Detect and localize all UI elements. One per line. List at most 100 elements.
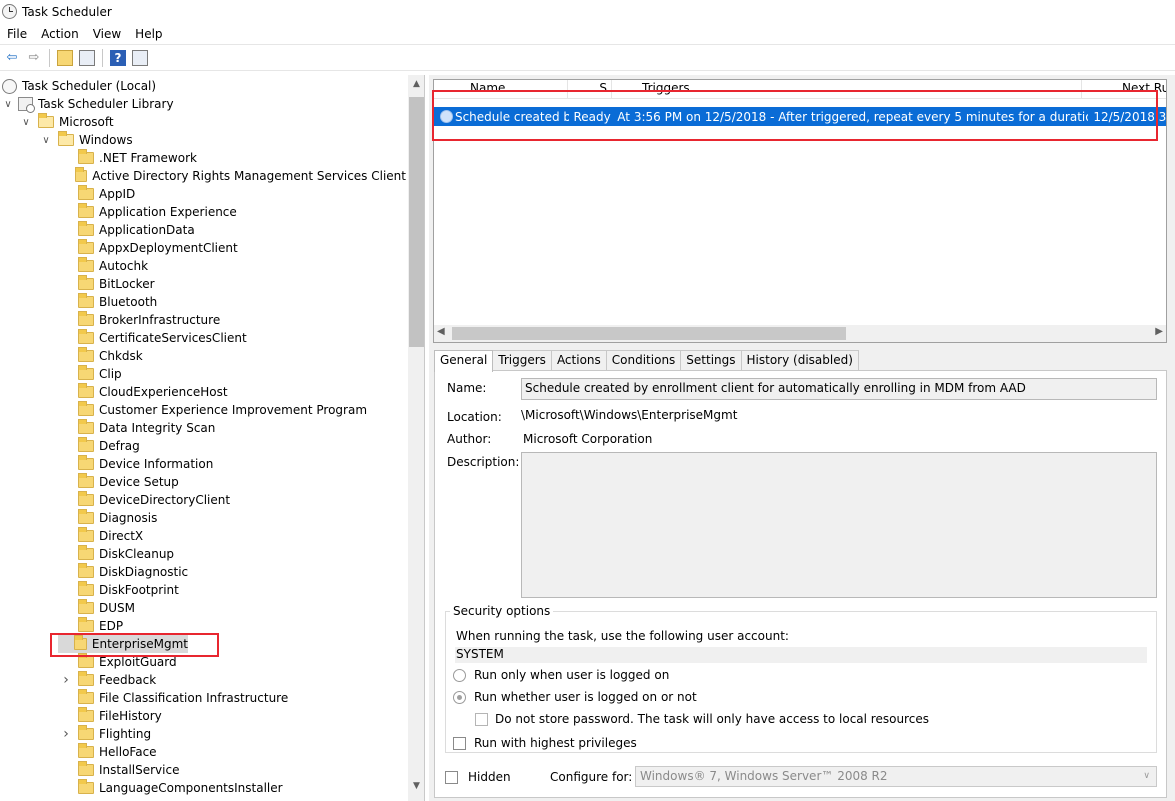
scrollbar-thumb[interactable] bbox=[409, 97, 424, 347]
folder-icon bbox=[58, 131, 74, 146]
radio-run-whether-logged-on[interactable] bbox=[453, 691, 466, 704]
tab-conditions[interactable]: Conditions bbox=[605, 350, 682, 371]
tree-item-folder[interactable]: LanguageComponentsInstaller bbox=[60, 779, 406, 797]
scroll-down-icon[interactable]: ▼ bbox=[408, 781, 424, 795]
tree-item-folder[interactable]: DiskDiagnostic bbox=[60, 563, 406, 581]
back-arrow-icon[interactable]: ⇦ bbox=[3, 49, 21, 67]
tree-item-label: DiskCleanup bbox=[99, 547, 175, 561]
tree-item-folder[interactable]: Diagnosis bbox=[60, 509, 406, 527]
tree-item-folder[interactable]: BrokerInfrastructure bbox=[60, 311, 406, 329]
tree-item-folder[interactable]: EDP bbox=[60, 617, 406, 635]
task-list-header: Name S Triggers Next Ru bbox=[434, 80, 1166, 99]
tab-general[interactable]: General bbox=[434, 350, 494, 372]
tree-item-microsoft[interactable]: ∨ Microsoft bbox=[20, 113, 424, 131]
show-hide-tree-icon[interactable] bbox=[78, 49, 96, 67]
do-not-store-password-checkbox[interactable] bbox=[475, 713, 488, 726]
tree-item-label: DeviceDirectoryClient bbox=[99, 493, 231, 507]
description-field[interactable] bbox=[521, 452, 1157, 598]
tree-item-folder[interactable]: Chkdsk bbox=[60, 347, 406, 365]
radio-run-only-when-logged-on[interactable] bbox=[453, 669, 466, 682]
tree-item-folder[interactable]: DeviceDirectoryClient bbox=[60, 491, 406, 509]
tree-item-folder[interactable]: .NET Framework bbox=[60, 149, 406, 167]
tree-item-label: Clip bbox=[99, 367, 122, 381]
tree-item-folder[interactable]: Clip bbox=[60, 365, 406, 383]
column-header-next-run[interactable]: Next Ru bbox=[1082, 80, 1166, 99]
show-hide-action-pane-icon[interactable] bbox=[131, 49, 149, 67]
menu-view[interactable]: View bbox=[86, 27, 128, 41]
up-folder-icon[interactable] bbox=[56, 49, 74, 67]
task-row[interactable]: Schedule created b... Ready At 3:56 PM o… bbox=[434, 107, 1167, 126]
tree-item-root[interactable]: Task Scheduler (Local) bbox=[2, 77, 408, 95]
column-header-triggers[interactable]: Triggers bbox=[612, 80, 1082, 99]
chevron-down-icon[interactable]: ∨ bbox=[2, 99, 14, 110]
tree-item-folder[interactable]: HelloFace bbox=[60, 743, 406, 761]
tree-item-folder[interactable]: Autochk bbox=[60, 257, 406, 275]
task-details-pane: Name S Triggers Next Ru Schedule created… bbox=[429, 75, 1175, 801]
chevron-right-icon[interactable]: › bbox=[60, 672, 72, 688]
tree-item-folder[interactable]: Application Experience bbox=[60, 203, 406, 221]
configure-for-select[interactable]: Windows® 7, Windows Server™ 2008 R2 ∨ bbox=[635, 766, 1157, 787]
tree-item-folder[interactable]: AppxDeploymentClient bbox=[60, 239, 406, 257]
help-icon[interactable]: ? bbox=[109, 49, 127, 67]
tree-item-folder[interactable]: File Classification Infrastructure bbox=[60, 689, 406, 707]
task-list-horizontal-scrollbar[interactable]: ◀ ▶ bbox=[434, 325, 1166, 342]
tree-item-folder[interactable]: InstallService bbox=[60, 761, 406, 779]
tree-item-folder[interactable]: ApplicationData bbox=[60, 221, 406, 239]
tree-item-folder[interactable]: Defrag bbox=[60, 437, 406, 455]
tab-triggers[interactable]: Triggers bbox=[492, 350, 552, 371]
tree-item-folder[interactable]: Data Integrity Scan bbox=[60, 419, 406, 437]
tab-history[interactable]: History (disabled) bbox=[740, 350, 859, 371]
tree-item-folder[interactable]: DUSM bbox=[60, 599, 406, 617]
tree-vertical-scrollbar[interactable]: ▲ ▼ bbox=[408, 75, 424, 801]
tree-item-folder[interactable]: BitLocker bbox=[60, 275, 406, 293]
forward-arrow-icon[interactable]: ⇨ bbox=[25, 49, 43, 67]
tab-settings[interactable]: Settings bbox=[680, 350, 742, 371]
folder-icon bbox=[78, 401, 94, 416]
chevron-right-icon[interactable]: › bbox=[60, 726, 72, 742]
chevron-down-icon[interactable]: ∨ bbox=[40, 135, 52, 146]
column-header-name[interactable]: Name bbox=[434, 80, 568, 99]
tree-item-windows[interactable]: ∨ Windows bbox=[40, 131, 424, 149]
tree-item-label: EnterpriseMgmt bbox=[91, 637, 188, 651]
tree-item-folder[interactable]: AppID bbox=[60, 185, 406, 203]
radio-run-only-when-logged-on-label: Run only when user is logged on bbox=[474, 668, 670, 682]
tree-item-label: Bluetooth bbox=[99, 295, 158, 309]
tree-item-label: Customer Experience Improvement Program bbox=[99, 403, 368, 417]
tree-item-folder[interactable]: CertificateServicesClient bbox=[60, 329, 406, 347]
tree-item-folder[interactable]: CloudExperienceHost bbox=[60, 383, 406, 401]
scroll-up-icon[interactable]: ▲ bbox=[408, 79, 424, 93]
menu-action[interactable]: Action bbox=[34, 27, 86, 41]
hidden-checkbox[interactable] bbox=[445, 771, 458, 784]
name-field[interactable]: Schedule created by enrollment client fo… bbox=[521, 378, 1157, 400]
scroll-right-icon[interactable]: ▶ bbox=[1155, 326, 1163, 337]
scrollbar-thumb[interactable] bbox=[452, 327, 846, 340]
chevron-down-icon[interactable]: ∨ bbox=[20, 117, 32, 128]
tree-item-folder[interactable]: FileHistory bbox=[60, 707, 406, 725]
tab-actions[interactable]: Actions bbox=[550, 350, 607, 371]
tree-item-label: HelloFace bbox=[99, 745, 157, 759]
tree-item-folder[interactable]: Bluetooth bbox=[60, 293, 406, 311]
run-highest-privileges-label: Run with highest privileges bbox=[474, 736, 637, 750]
column-header-status[interactable]: S bbox=[568, 80, 612, 99]
tree-item-folder[interactable]: ExploitGuard bbox=[60, 653, 406, 671]
tree-item-folder[interactable]: DirectX bbox=[60, 527, 406, 545]
tree-item-folder[interactable]: Customer Experience Improvement Program bbox=[60, 401, 406, 419]
toolbar: ⇦ ⇨ ? bbox=[0, 44, 1175, 71]
menu-file[interactable]: File bbox=[0, 27, 34, 41]
tree-item-folder[interactable]: Active Directory Rights Management Servi… bbox=[60, 167, 406, 185]
folder-icon bbox=[78, 545, 94, 560]
tree-item-folder[interactable]: EnterpriseMgmt bbox=[58, 635, 188, 653]
task-next-run: 12/5/2018 3:5 bbox=[1093, 109, 1167, 124]
run-highest-privileges-checkbox[interactable] bbox=[453, 737, 466, 750]
tree-item-folder[interactable]: DiskCleanup bbox=[60, 545, 406, 563]
tree-item-folder[interactable]: Device Setup bbox=[60, 473, 406, 491]
tree-item-library[interactable]: ∨ Task Scheduler Library bbox=[2, 95, 408, 113]
tree-item-folder[interactable]: Device Information bbox=[60, 455, 406, 473]
security-options-title: Security options bbox=[450, 604, 554, 618]
tree-item-folder[interactable]: › Flighting bbox=[60, 725, 406, 743]
scroll-left-icon[interactable]: ◀ bbox=[437, 326, 445, 337]
menu-help[interactable]: Help bbox=[128, 27, 169, 41]
tree-item-label: ApplicationData bbox=[99, 223, 195, 237]
tree-item-folder[interactable]: › Feedback bbox=[60, 671, 406, 689]
tree-item-folder[interactable]: DiskFootprint bbox=[60, 581, 406, 599]
